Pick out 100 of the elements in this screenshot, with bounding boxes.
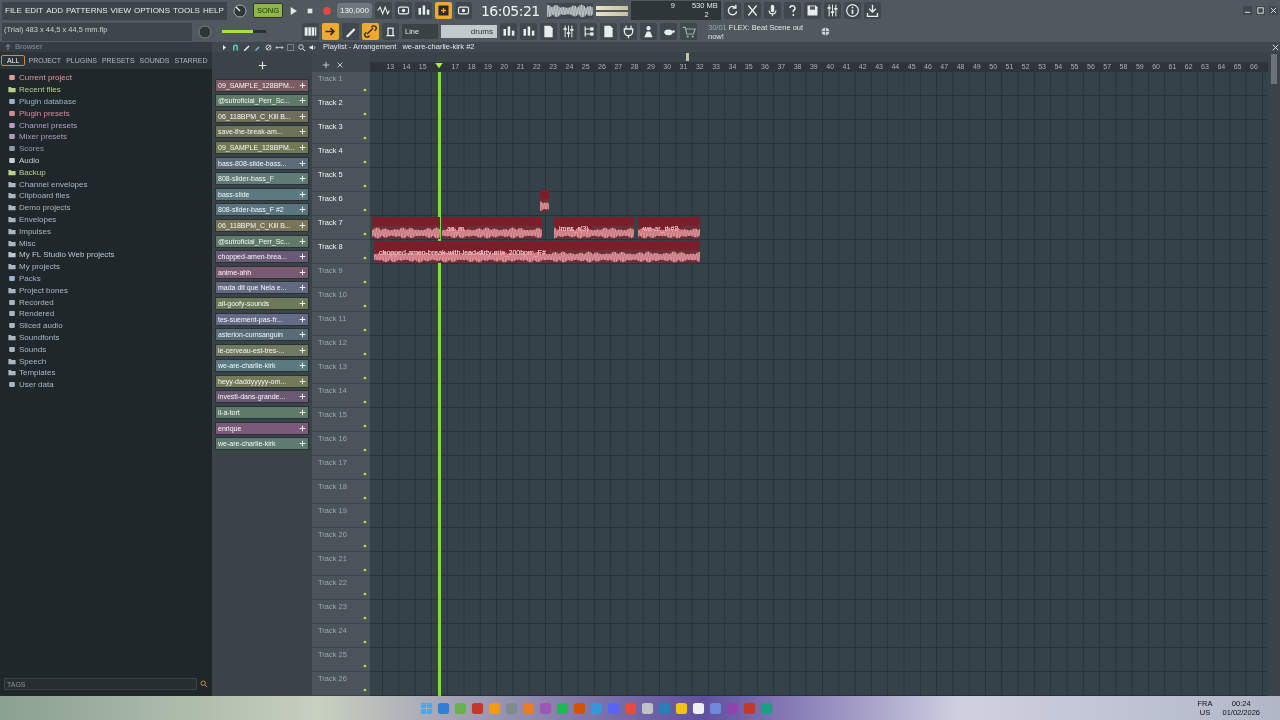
download-icon[interactable] [863,2,881,19]
list-icon[interactable] [540,23,557,40]
page-icon[interactable] [600,23,617,40]
master-volume-slider[interactable] [222,30,266,33]
track-led-icon[interactable] [363,304,367,308]
browser-item[interactable]: Project bones [19,285,68,295]
magnet-icon[interactable] [231,42,240,52]
browser-item[interactable]: Soundfonts [19,332,60,342]
track-led-icon[interactable] [363,112,367,116]
browser-item[interactable]: Impulses [19,226,51,236]
audio-clip[interactable] [540,190,549,212]
info-icon[interactable] [843,2,861,19]
plus-icon[interactable] [299,159,306,167]
minimize-icon[interactable] [1243,6,1252,15]
track-led-icon[interactable] [363,544,367,548]
mixer-icon[interactable] [823,2,841,19]
browser-item[interactable]: Sounds [19,344,47,354]
save-icon[interactable] [803,2,821,19]
browser-item[interactable]: Current project [19,73,72,83]
knob-icon[interactable] [231,2,248,19]
track-led-icon[interactable] [363,232,367,236]
track-led-icon[interactable] [363,520,367,524]
browser-item[interactable]: Plugin database [19,97,77,106]
menu-item[interactable]: FILE [5,6,22,15]
browser-item[interactable]: Misc [19,238,36,248]
menu-item[interactable]: HELP [202,6,224,15]
track-led-icon[interactable] [363,496,367,500]
browser-item[interactable]: Recorded [19,297,54,307]
track-led-icon[interactable] [363,640,367,644]
track-led-icon[interactable] [363,88,367,92]
track-led-icon[interactable] [363,424,367,428]
speaker-icon[interactable] [308,42,317,52]
add-pattern-icon[interactable] [434,2,452,19]
close-icon[interactable] [1269,6,1278,15]
tree-icon[interactable] [580,23,597,40]
browser-item[interactable]: Rendered [19,309,55,319]
track-led-icon[interactable] [363,184,367,188]
plus-icon[interactable] [299,268,306,276]
plus-icon[interactable] [299,424,306,432]
track-led-icon[interactable] [363,400,367,404]
pointer-icon[interactable] [220,42,229,52]
mixer-icon[interactable] [560,23,577,40]
plus-icon[interactable] [299,440,306,448]
track-led-icon[interactable] [363,136,367,140]
track-led-icon[interactable] [363,664,367,668]
track-led-icon[interactable] [363,208,367,212]
menu-item[interactable]: ADD [46,6,64,15]
browser-item[interactable]: Mixer presets [19,132,67,142]
plus-icon[interactable] [299,331,306,339]
browser-item[interactable]: Packs [19,273,41,283]
browser-item[interactable]: My FL Studio Web projects [19,250,115,260]
knob-icon[interactable] [197,23,213,40]
app-icon[interactable] [692,701,706,715]
plus-icon[interactable] [299,221,306,229]
plugin-icon[interactable] [620,23,637,40]
refresh-icon[interactable] [723,2,741,19]
zoom-icon[interactable] [297,42,306,52]
menu-item[interactable]: OPTIONS [133,6,170,15]
plus-icon[interactable] [299,253,306,261]
track-led-icon[interactable] [363,376,367,380]
plus-icon[interactable] [299,315,306,323]
close-icon[interactable] [1271,42,1280,52]
globe-icon[interactable] [821,27,830,36]
browser-item[interactable]: Clipboard files [19,191,70,201]
tempo-display[interactable]: 130,000 [336,3,372,18]
track-led-icon[interactable] [363,616,367,620]
browser-item[interactable]: Recent files [19,85,61,95]
pencil-icon[interactable] [342,23,359,40]
track-led-icon[interactable] [363,568,367,572]
plus-icon[interactable] [299,190,306,198]
plus-icon[interactable] [299,299,306,307]
plus-icon[interactable] [299,175,306,183]
up-arrow-icon[interactable] [4,43,12,51]
pattern-selector[interactable]: drums [441,25,497,38]
plus-icon[interactable] [299,128,306,136]
track-led-icon[interactable] [363,328,367,332]
menu-item[interactable]: TOOLS [173,6,200,15]
browser-item[interactable]: Plugin presets [19,108,70,118]
plus-icon[interactable] [299,143,306,151]
menu-item[interactable]: EDIT [24,6,44,15]
cart-icon[interactable] [680,23,697,40]
remove-icon[interactable] [336,61,344,69]
mute-icon[interactable] [264,42,273,52]
browser-item[interactable]: Scores [19,144,44,154]
track-led-icon[interactable] [363,160,367,164]
start-icon[interactable] [420,701,434,715]
plus-icon[interactable] [299,112,306,120]
browser-item[interactable]: Demo projects [19,203,71,213]
audio-clip[interactable] [372,217,440,239]
piano-icon[interactable] [302,23,319,40]
overview-thumb[interactable] [686,53,689,61]
browser-item[interactable]: Envelopes [19,214,57,224]
help-icon[interactable] [783,2,801,19]
plus-icon[interactable] [299,346,306,354]
browser-item[interactable]: My projects [19,262,60,272]
track-led-icon[interactable] [363,256,367,260]
cut-icon[interactable] [743,2,761,19]
plus-icon[interactable] [299,362,306,370]
track-led-icon[interactable] [363,448,367,452]
plus-icon[interactable] [299,284,306,292]
